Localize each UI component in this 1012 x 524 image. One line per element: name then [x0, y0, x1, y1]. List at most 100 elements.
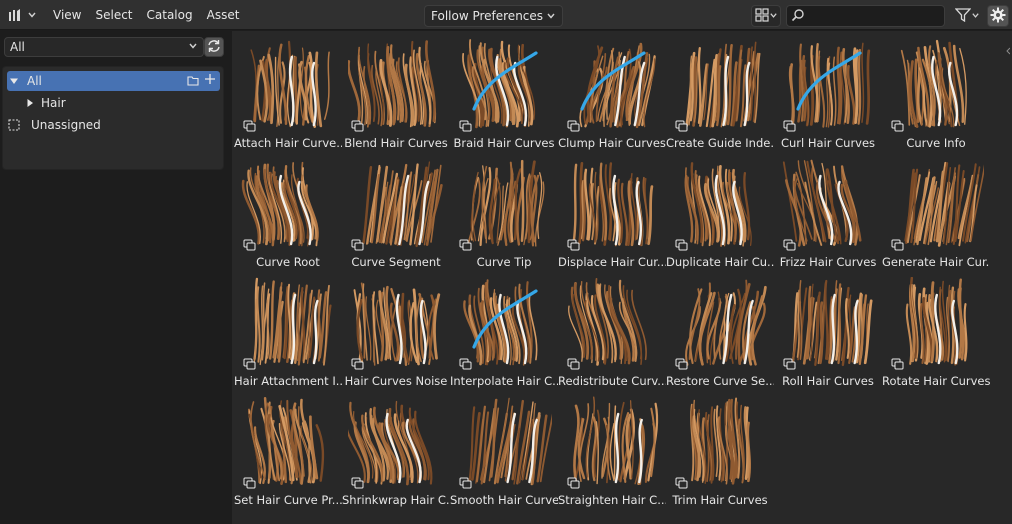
asset-thumbnail [780, 158, 876, 254]
asset-card[interactable]: Curve Segment [342, 152, 450, 271]
asset-card[interactable]: Duplicate Hair Cu... [666, 152, 774, 271]
node-tree-icon [675, 120, 689, 132]
asset-name: Curve Info [906, 136, 966, 150]
asset-thumbnail [456, 277, 552, 373]
asset-thumbnail [240, 277, 336, 373]
asset-name: Interpolate Hair C... [450, 374, 558, 388]
menu-select[interactable]: Select [88, 4, 139, 26]
menu-bar: View Select Catalog Asset [46, 4, 246, 26]
editor-type-button[interactable] [4, 4, 40, 26]
scroll-indicator[interactable] [1006, 45, 1011, 55]
node-tree-icon [459, 120, 473, 132]
catalog-item-unassigned[interactable]: Unassigned [7, 115, 101, 135]
asset-card[interactable]: Generate Hair Cur... [882, 152, 990, 271]
asset-card[interactable]: Set Hair Curve Pr... [234, 390, 342, 509]
asset-name: Generate Hair Cur... [882, 255, 990, 269]
asset-card[interactable]: Attach Hair Curve... [234, 33, 342, 152]
hair-strand [837, 283, 842, 365]
asset-card[interactable]: Frizz Hair Curves [774, 152, 882, 271]
asset-card[interactable]: Rotate Hair Curves [882, 271, 990, 390]
asset-name: Curl Hair Curves [780, 136, 876, 150]
catalog-sidebar: All All Hair Unassigned [0, 31, 231, 524]
asset-browser: View Select Catalog Asset Follow Prefere… [0, 0, 1012, 524]
node-tree-icon [891, 239, 905, 251]
asset-card[interactable]: Roll Hair Curves [774, 271, 882, 390]
asset-name: Rotate Hair Curves [882, 374, 990, 388]
asset-card[interactable]: Curl Hair Curves [774, 33, 882, 152]
hair-strand [861, 42, 865, 123]
import-method-dropdown[interactable]: Follow Preferences [424, 5, 563, 27]
asset-card[interactable]: Create Guide Inde... [666, 33, 774, 152]
asset-name: Curve Root [256, 255, 320, 269]
asset-card[interactable]: Shrinkwrap Hair C... [342, 390, 450, 509]
catalog-item-hair[interactable]: Hair [23, 93, 66, 113]
asset-card[interactable]: Displace Hair Cur... [558, 152, 666, 271]
node-tree-icon [891, 358, 905, 370]
collapsed-triangle-icon [23, 98, 37, 108]
asset-thumbnail [456, 39, 552, 135]
header-bar: View Select Catalog Asset Follow Prefere… [0, 0, 1012, 30]
node-tree-icon [351, 239, 365, 251]
new-catalog-icon[interactable] [186, 73, 200, 90]
asset-card[interactable]: Braid Hair Curves [450, 33, 558, 152]
hair-strand [595, 421, 599, 485]
asset-name: Roll Hair Curves [782, 374, 874, 388]
hair-strand [697, 47, 702, 124]
catalog-item-label: Unassigned [31, 118, 101, 132]
asset-card[interactable]: Clump Hair Curves [558, 33, 666, 152]
asset-card[interactable]: Curve Root [234, 152, 342, 271]
asset-library-label: All [10, 40, 25, 54]
hair-strand [857, 48, 862, 125]
grid-view-icon [754, 7, 769, 25]
asset-card[interactable]: Interpolate Hair C... [450, 271, 558, 390]
asset-card[interactable]: Trim Hair Curves [666, 390, 774, 509]
node-tree-icon [243, 358, 257, 370]
catalog-item-all[interactable]: All [7, 71, 220, 91]
settings-button[interactable] [987, 5, 1009, 27]
menu-asset[interactable]: Asset [200, 4, 247, 26]
menu-catalog[interactable]: Catalog [140, 4, 200, 26]
asset-card[interactable]: Curve Info [882, 33, 990, 152]
asset-card[interactable]: Hair Attachment I... [234, 271, 342, 390]
asset-library-dropdown[interactable]: All [4, 37, 204, 57]
asset-thumbnail [348, 158, 444, 254]
asset-thumbnail [780, 39, 876, 135]
asset-name: Smooth Hair Curves [450, 493, 558, 507]
node-tree-icon [675, 239, 689, 251]
node-tree-icon [675, 477, 689, 489]
asset-thumbnail [672, 396, 768, 492]
search-input[interactable] [809, 9, 939, 23]
asset-card[interactable]: Redistribute Curv... [558, 271, 666, 390]
asset-name: Straighten Hair C... [558, 493, 666, 507]
guide-strand [614, 412, 620, 484]
asset-name: Hair Attachment I... [234, 374, 342, 388]
hair-strand [256, 286, 261, 363]
expanded-triangle-icon [7, 76, 21, 86]
asset-card[interactable]: Hair Curves Noise [342, 271, 450, 390]
asset-thumbnail [672, 277, 768, 373]
plus-icon[interactable] [204, 73, 216, 90]
display-mode-button[interactable] [751, 5, 781, 27]
filter-button[interactable] [951, 5, 984, 27]
asset-thumbnail [672, 39, 768, 135]
chevron-down-icon [546, 11, 556, 21]
refresh-icon [206, 38, 222, 57]
menu-view[interactable]: View [46, 4, 88, 26]
catalog-actions [186, 73, 216, 90]
asset-name: Frizz Hair Curves [779, 255, 877, 269]
asset-thumbnail [240, 396, 336, 492]
asset-card[interactable]: Restore Curve Se... [666, 271, 774, 390]
hair-strand [578, 162, 584, 245]
asset-card[interactable]: Smooth Hair Curves [450, 390, 558, 509]
asset-card[interactable]: Blend Hair Curves [342, 33, 450, 152]
import-method-label: Follow Preferences [431, 9, 544, 23]
asset-card[interactable]: Curve Tip [450, 152, 558, 271]
hair-strand [277, 286, 283, 363]
refresh-library-button[interactable] [204, 37, 224, 57]
search-field[interactable] [786, 5, 945, 27]
hair-strand [824, 279, 829, 360]
node-tree-icon [243, 120, 257, 132]
hair-strand [433, 293, 441, 360]
asset-name: Restore Curve Se... [666, 374, 774, 388]
asset-card[interactable]: Straighten Hair C... [558, 390, 666, 509]
